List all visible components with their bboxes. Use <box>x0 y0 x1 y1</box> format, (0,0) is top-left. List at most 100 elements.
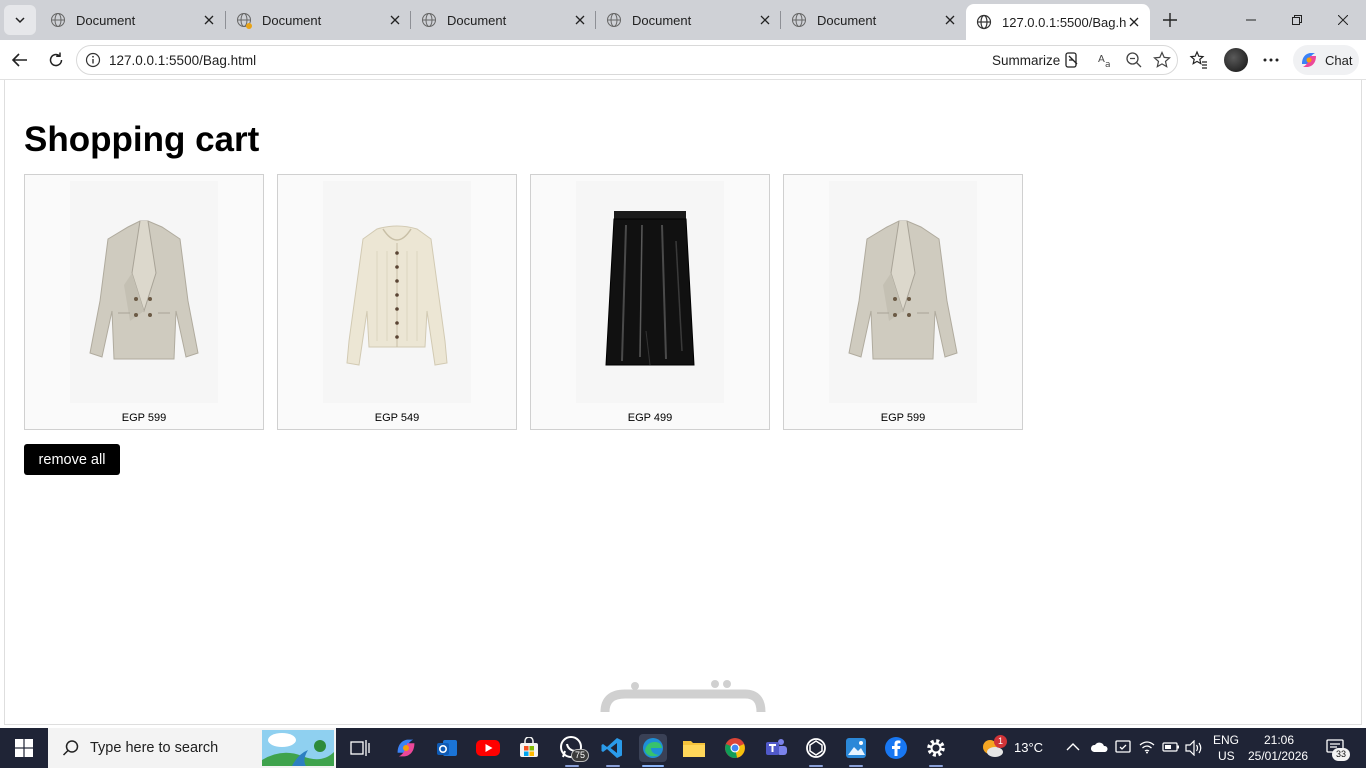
product-image <box>829 181 977 403</box>
restore-icon <box>1292 15 1302 25</box>
settings-app[interactable] <box>922 734 950 762</box>
minimize-icon <box>1246 19 1256 21</box>
battery-icon[interactable] <box>1162 741 1180 753</box>
zoom-out-icon[interactable] <box>1125 51 1143 69</box>
product-image <box>576 181 724 403</box>
close-tab-icon[interactable] <box>757 12 773 28</box>
tab-actions-menu-button[interactable] <box>4 5 36 35</box>
close-window-button[interactable] <box>1320 0 1366 40</box>
temperature[interactable]: 13°C <box>1014 740 1043 755</box>
product-price: EGP 499 <box>627 412 673 424</box>
close-icon <box>1338 15 1348 25</box>
task-view-icon <box>350 740 370 756</box>
edge-icon <box>643 738 663 758</box>
copilot-app[interactable] <box>392 734 420 762</box>
weather-alert-badge: 1 <box>994 735 1008 748</box>
browser-tab[interactable]: Document <box>40 5 225 35</box>
page-title: Shopping cart <box>24 120 260 159</box>
browser-tab[interactable]: Document <box>226 5 411 35</box>
clock-time[interactable]: 21:06 <box>1264 733 1294 747</box>
new-tab-button[interactable] <box>1158 8 1182 32</box>
arrow-left-icon <box>11 53 27 67</box>
settings-more-button[interactable] <box>1257 46 1285 74</box>
restore-button[interactable] <box>1274 0 1320 40</box>
close-tab-icon[interactable] <box>387 12 403 28</box>
close-tab-icon[interactable] <box>201 12 217 28</box>
file-explorer-app[interactable] <box>680 734 708 762</box>
info-icon[interactable] <box>85 52 101 68</box>
active-indicator <box>642 765 664 767</box>
weather-widget[interactable]: 1 <box>978 734 1008 762</box>
tab-title: Document <box>76 12 136 28</box>
notifications-button[interactable]: 33 <box>1322 734 1351 762</box>
volume-icon[interactable] <box>1185 740 1203 756</box>
tab-title: Document <box>262 12 322 28</box>
outlook-icon <box>437 740 457 756</box>
summarize-icon[interactable] <box>1063 51 1081 69</box>
cart-items: EGP 599 EGP 549 EGP 499 EGP 599 <box>24 174 1023 430</box>
clock-date[interactable]: 25/01/2026 <box>1248 749 1308 763</box>
teams-app[interactable] <box>762 734 790 762</box>
url-text[interactable]: 127.0.0.1:5500/Bag.html <box>109 53 256 68</box>
profile-avatar[interactable] <box>1224 48 1248 72</box>
globe-icon <box>422 13 436 27</box>
taskbar-search[interactable]: Type here to search <box>48 728 336 768</box>
favorites-button[interactable] <box>1185 46 1213 74</box>
photos-icon <box>846 738 866 758</box>
running-indicator <box>929 765 943 767</box>
cart-item-card: EGP 599 <box>783 174 1023 430</box>
close-tab-icon[interactable] <box>942 12 958 28</box>
browser-tab[interactable]: Document <box>781 5 966 35</box>
vscode-app[interactable] <box>598 734 626 762</box>
summarize-label[interactable]: Summarize <box>992 53 1060 68</box>
onedrive-cloud-icon[interactable] <box>1090 740 1108 754</box>
input-region[interactable]: US <box>1218 749 1235 763</box>
address-bar[interactable]: 127.0.0.1:5500/Bag.html Summarize Aa <box>76 45 1178 75</box>
copilot-icon <box>397 739 415 757</box>
microsoft-store-app[interactable] <box>515 734 543 762</box>
notification-count-badge: 33 <box>1332 748 1351 761</box>
copilot-chat-button[interactable]: Chat <box>1293 45 1359 75</box>
refresh-button[interactable] <box>42 46 70 74</box>
task-view-button[interactable] <box>346 734 374 762</box>
facebook-app[interactable] <box>882 734 910 762</box>
chevron-down-icon <box>15 17 25 24</box>
windows-taskbar: Type here to search 75 1 13°C ENG US 21:… <box>0 728 1366 768</box>
browser-tab-active[interactable]: 127.0.0.1:5500/Bag.html <box>966 4 1150 40</box>
running-indicator <box>849 765 863 767</box>
browser-tab[interactable]: Document <box>411 5 596 35</box>
cart-item-card: EGP 549 <box>277 174 517 430</box>
minimize-button[interactable] <box>1228 0 1274 40</box>
favorite-star-icon[interactable] <box>1153 51 1171 69</box>
facebook-icon <box>885 737 907 759</box>
wifi-icon[interactable] <box>1139 740 1155 754</box>
youtube-icon <box>476 740 500 756</box>
globe-icon <box>51 13 65 27</box>
photos-app[interactable] <box>842 734 870 762</box>
remove-all-button[interactable]: remove all <box>24 444 120 475</box>
globe-icon <box>976 14 992 30</box>
search-placeholder: Type here to search <box>90 740 219 756</box>
security-icon[interactable] <box>1115 739 1131 755</box>
edge-app[interactable] <box>639 734 667 762</box>
globe-icon <box>607 13 621 27</box>
folder-icon <box>683 741 705 757</box>
activity-dot <box>246 23 252 29</box>
tab-title: Document <box>447 12 507 28</box>
back-button[interactable] <box>6 46 34 74</box>
whatsapp-app[interactable]: 75 <box>557 734 590 762</box>
chatgpt-app[interactable] <box>802 734 830 762</box>
show-hidden-icons-icon[interactable] <box>1066 742 1080 752</box>
tab-strip: Document Document Document Document Docu… <box>0 0 1366 40</box>
plus-icon <box>1163 13 1177 27</box>
outlook-app[interactable] <box>433 734 461 762</box>
browser-tab[interactable]: Document <box>596 5 781 35</box>
chrome-app[interactable] <box>721 734 749 762</box>
youtube-app[interactable] <box>474 734 502 762</box>
translate-icon[interactable]: Aa <box>1097 51 1115 69</box>
close-tab-icon[interactable] <box>572 12 588 28</box>
start-button[interactable] <box>0 728 48 768</box>
close-tab-icon[interactable] <box>1126 14 1142 30</box>
product-image <box>70 181 218 403</box>
input-language[interactable]: ENG <box>1213 733 1239 747</box>
